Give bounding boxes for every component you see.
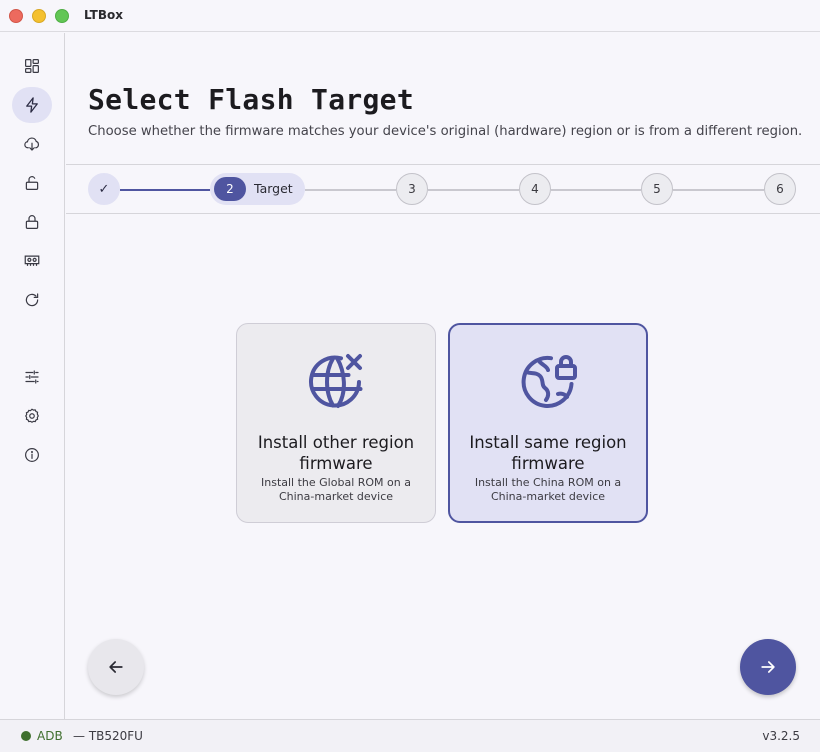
device-model: — TB520FU [73, 729, 143, 743]
sidebar-item-tune[interactable] [12, 359, 52, 395]
settings-icon [25, 408, 39, 423]
option-title: Install same region firmware [469, 433, 627, 473]
maximize-window-button[interactable] [55, 9, 69, 23]
step-4[interactable]: 4 [519, 173, 551, 205]
arrow-right-icon [761, 661, 775, 673]
tune-icon [25, 370, 39, 384]
dashboard-icon [25, 59, 39, 73]
lock-icon [25, 215, 39, 229]
sidebar-item-settings[interactable] [12, 398, 52, 434]
step-6[interactable]: 6 [764, 173, 796, 205]
sidebar-item-refresh[interactable] [12, 282, 52, 318]
step-connector [551, 189, 641, 191]
step-connector [428, 189, 519, 191]
sidebar-item-info[interactable] [12, 437, 52, 473]
step-3[interactable]: 3 [396, 173, 428, 205]
app-title: LTBox [84, 8, 123, 22]
connection-status-dot [21, 731, 31, 741]
stepper: ✓ 2 Target 3 4 5 6 [66, 164, 820, 214]
title-bar: LTBox [0, 0, 820, 32]
minimize-window-button[interactable] [32, 9, 46, 23]
refresh-icon [25, 293, 39, 307]
globe-x-icon [309, 354, 363, 408]
main-content: Select Flash Target Choose whether the f… [66, 33, 820, 719]
back-button[interactable] [88, 639, 144, 695]
option-title: Install other region firmware [257, 433, 415, 473]
step-connector [673, 189, 764, 191]
sidebar-item-flash[interactable] [12, 87, 52, 123]
sidebar-item-memory[interactable] [12, 243, 52, 279]
sidebar-item-unlock[interactable] [12, 165, 52, 201]
sidebar-item-download[interactable] [12, 126, 52, 162]
step-connector [305, 189, 396, 191]
cloud-download-icon [24, 137, 40, 151]
globe-lock-icon [521, 355, 577, 408]
option-other-region-card[interactable]: Install other region firmware Install th… [236, 323, 436, 523]
unlock-icon [25, 176, 39, 190]
option-description: Install the Global ROM on a China-market… [261, 476, 411, 503]
step-2-number: 2 [214, 177, 246, 201]
page-title: Select Flash Target [88, 83, 414, 116]
sidebar [0, 33, 65, 719]
step-2-active[interactable]: 2 Target [210, 173, 305, 205]
arrow-left-icon [109, 661, 123, 673]
app-version: v3.2.5 [762, 729, 800, 743]
page-subtitle: Choose whether the firmware matches your… [88, 124, 803, 139]
close-window-button[interactable] [9, 9, 23, 23]
sidebar-item-lock[interactable] [12, 204, 52, 240]
memory-icon [24, 255, 40, 266]
connection-mode: ADB [37, 729, 63, 743]
step-2-label: Target [254, 181, 293, 196]
flash-icon [26, 97, 38, 113]
next-button[interactable] [740, 639, 796, 695]
step-5[interactable]: 5 [641, 173, 673, 205]
option-description: Install the China ROM on a China-market … [474, 476, 622, 503]
step-1-done[interactable]: ✓ [88, 173, 120, 205]
step-connector-done [120, 189, 210, 191]
info-icon [25, 448, 39, 462]
status-bar: ADB — TB520FU v3.2.5 [0, 719, 820, 752]
sidebar-item-dashboard[interactable] [12, 48, 52, 84]
option-same-region-card[interactable]: Install same region firmware Install the… [448, 323, 648, 523]
